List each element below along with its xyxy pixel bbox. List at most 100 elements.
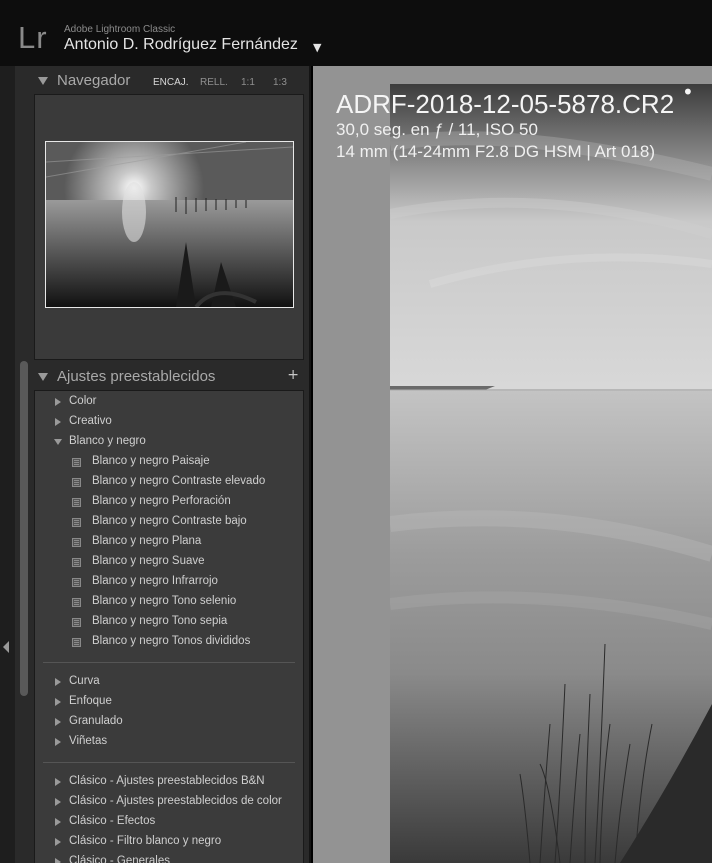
disclosure-right-icon[interactable]: [55, 818, 61, 826]
panel-scrollbar[interactable]: [17, 66, 28, 863]
preset-item[interactable]: Blanco y negro Contraste elevado: [35, 472, 305, 492]
navigator-title: Navegador: [57, 72, 131, 89]
user-name[interactable]: Antonio D. Rodríguez Fernández: [64, 36, 298, 54]
disclosure-right-icon[interactable]: [55, 858, 61, 863]
preset-folder-label: Enfoque: [69, 695, 112, 707]
zoom-1-3-option[interactable]: 1:3: [273, 77, 287, 88]
disclosure-right-icon[interactable]: [55, 418, 61, 426]
preset-icon: [72, 578, 81, 587]
preset-folder-curva[interactable]: Curva: [35, 672, 305, 692]
preset-folder-label: Viñetas: [69, 735, 108, 747]
loupe-view[interactable]: ADRF-2018-12-05-5878.CR2 30,0 seg. en ƒ …: [313, 66, 712, 863]
preset-icon: [72, 518, 81, 527]
disclosure-down-icon[interactable]: [38, 77, 48, 85]
zoom-1-1-option[interactable]: 1:1: [241, 77, 255, 88]
disclosure-right-icon[interactable]: [55, 678, 61, 686]
preset-folder-enfoque[interactable]: Enfoque: [35, 692, 305, 712]
preset-item[interactable]: Blanco y negro Perforación: [35, 492, 305, 512]
preset-folder-label: Granulado: [69, 715, 123, 727]
preset-folder-label: Clásico - Filtro blanco y negro: [69, 835, 222, 847]
preset-folder-label: Color: [69, 395, 97, 407]
preset-folder-label: Blanco y negro: [69, 435, 146, 447]
exif-exposure: 30,0 seg. en ƒ / 11, ISO 50: [336, 120, 538, 139]
user-menu-arrow-icon[interactable]: ▼: [313, 41, 321, 54]
preset-item[interactable]: Blanco y negro Tonos divididos: [35, 632, 305, 652]
add-preset-icon[interactable]: +: [287, 367, 299, 383]
preset-label: Blanco y negro Infrarrojo: [92, 575, 218, 587]
main-photo-image: [390, 84, 712, 863]
preset-folder-clasico-bn[interactable]: Clásico - Ajustes preestablecidos B&N: [35, 772, 305, 792]
preset-folder-vinetas[interactable]: Viñetas: [35, 732, 305, 752]
preset-label: Blanco y negro Tono sepia: [92, 615, 228, 627]
presets-title: Ajustes preestablecidos: [57, 368, 216, 385]
preset-label: Blanco y negro Tonos divididos: [92, 635, 251, 647]
preset-item[interactable]: Blanco y negro Paisaje: [35, 452, 305, 472]
disclosure-down-icon[interactable]: [54, 439, 62, 445]
preset-icon: [72, 598, 81, 607]
preset-folder-clasico-color[interactable]: Clásico - Ajustes preestablecidos de col…: [35, 792, 305, 812]
preset-folder-clasico-generales[interactable]: Clásico - Generales: [35, 852, 305, 863]
app-name: Adobe Lightroom Classic: [64, 24, 176, 35]
preset-item[interactable]: Blanco y negro Tono selenio: [35, 592, 305, 612]
disclosure-right-icon[interactable]: [55, 398, 61, 406]
preset-icon: [72, 638, 81, 647]
preset-label: Blanco y negro Contraste bajo: [92, 515, 247, 527]
preset-folder-blanco-y-negro[interactable]: Blanco y negro: [35, 432, 305, 452]
preset-folder-granulado[interactable]: Granulado: [35, 712, 305, 732]
preset-label: Blanco y negro Suave: [92, 555, 205, 567]
zoom-fit-option[interactable]: ENCAJ.: [153, 77, 189, 88]
preset-folder-label: Curva: [69, 675, 100, 687]
disclosure-right-icon[interactable]: [55, 698, 61, 706]
preset-folder-clasico-efectos[interactable]: Clásico - Efectos: [35, 812, 305, 832]
disclosure-right-icon[interactable]: [55, 778, 61, 786]
preset-item[interactable]: Blanco y negro Tono sepia: [35, 612, 305, 632]
preset-item[interactable]: Blanco y negro Infrarrojo: [35, 572, 305, 592]
lightroom-logo: Lr: [18, 20, 48, 55]
left-panel: Navegador ENCAJ. RELL. 1:1 1:3 Ajustes p…: [15, 66, 311, 863]
preset-icon: [72, 558, 81, 567]
navigator-thumbnail[interactable]: [45, 141, 294, 308]
flag-dot-icon: •: [682, 80, 694, 104]
preset-icon: [72, 618, 81, 627]
preset-folder-label: Clásico - Ajustes preestablecidos de col…: [69, 795, 282, 807]
preset-label: Blanco y negro Perforación: [92, 495, 231, 507]
disclosure-right-icon[interactable]: [55, 798, 61, 806]
presets-header[interactable]: Ajustes preestablecidos +: [33, 364, 305, 390]
preset-folder-clasico-filtro[interactable]: Clásico - Filtro blanco y negro: [35, 832, 305, 852]
navigator-thumbnail-image: [46, 142, 293, 307]
preset-icon: [72, 538, 81, 547]
preset-label: Blanco y negro Paisaje: [92, 455, 210, 467]
disclosure-right-icon[interactable]: [55, 718, 61, 726]
preset-item[interactable]: Blanco y negro Plana: [35, 532, 305, 552]
disclosure-right-icon[interactable]: [55, 738, 61, 746]
panel-scrollbar-thumb[interactable]: [20, 361, 28, 696]
navigator-header[interactable]: Navegador ENCAJ. RELL. 1:1 1:3: [33, 68, 305, 94]
preset-folder-label: Clásico - Ajustes preestablecidos B&N: [69, 775, 265, 787]
preset-folder-label: Creativo: [69, 415, 112, 427]
navigator-preview-box[interactable]: [34, 94, 304, 360]
disclosure-down-icon[interactable]: [38, 373, 48, 381]
file-name: ADRF-2018-12-05-5878.CR2: [336, 89, 675, 119]
zoom-fill-option[interactable]: RELL.: [200, 77, 228, 88]
preset-icon: [72, 458, 81, 467]
preset-folder-color[interactable]: Color: [35, 392, 305, 412]
collapse-left-panel-icon[interactable]: [3, 641, 9, 653]
divider: [43, 762, 295, 763]
left-panel-edge-strip[interactable]: [0, 66, 15, 863]
preset-folder-label: Clásico - Generales: [69, 855, 170, 863]
preset-icon: [72, 498, 81, 507]
preset-icon: [72, 478, 81, 487]
preset-item[interactable]: Blanco y negro Contraste bajo: [35, 512, 305, 532]
preset-folder-label: Clásico - Efectos: [69, 815, 156, 827]
exif-lens: 14 mm (14-24mm F2.8 DG HSM | Art 018): [336, 142, 655, 161]
disclosure-right-icon[interactable]: [55, 838, 61, 846]
main-photo[interactable]: [390, 84, 712, 863]
preset-folder-creativo[interactable]: Creativo: [35, 412, 305, 432]
preset-label: Blanco y negro Plana: [92, 535, 202, 547]
preset-label: Blanco y negro Tono selenio: [92, 595, 237, 607]
divider: [43, 662, 295, 663]
presets-list: Color Creativo Blanco y negro Blanco y n…: [34, 390, 304, 863]
preset-label: Blanco y negro Contraste elevado: [92, 475, 266, 487]
preset-item[interactable]: Blanco y negro Suave: [35, 552, 305, 572]
identity-plate: Lr Adobe Lightroom Classic Antonio D. Ro…: [0, 0, 712, 66]
